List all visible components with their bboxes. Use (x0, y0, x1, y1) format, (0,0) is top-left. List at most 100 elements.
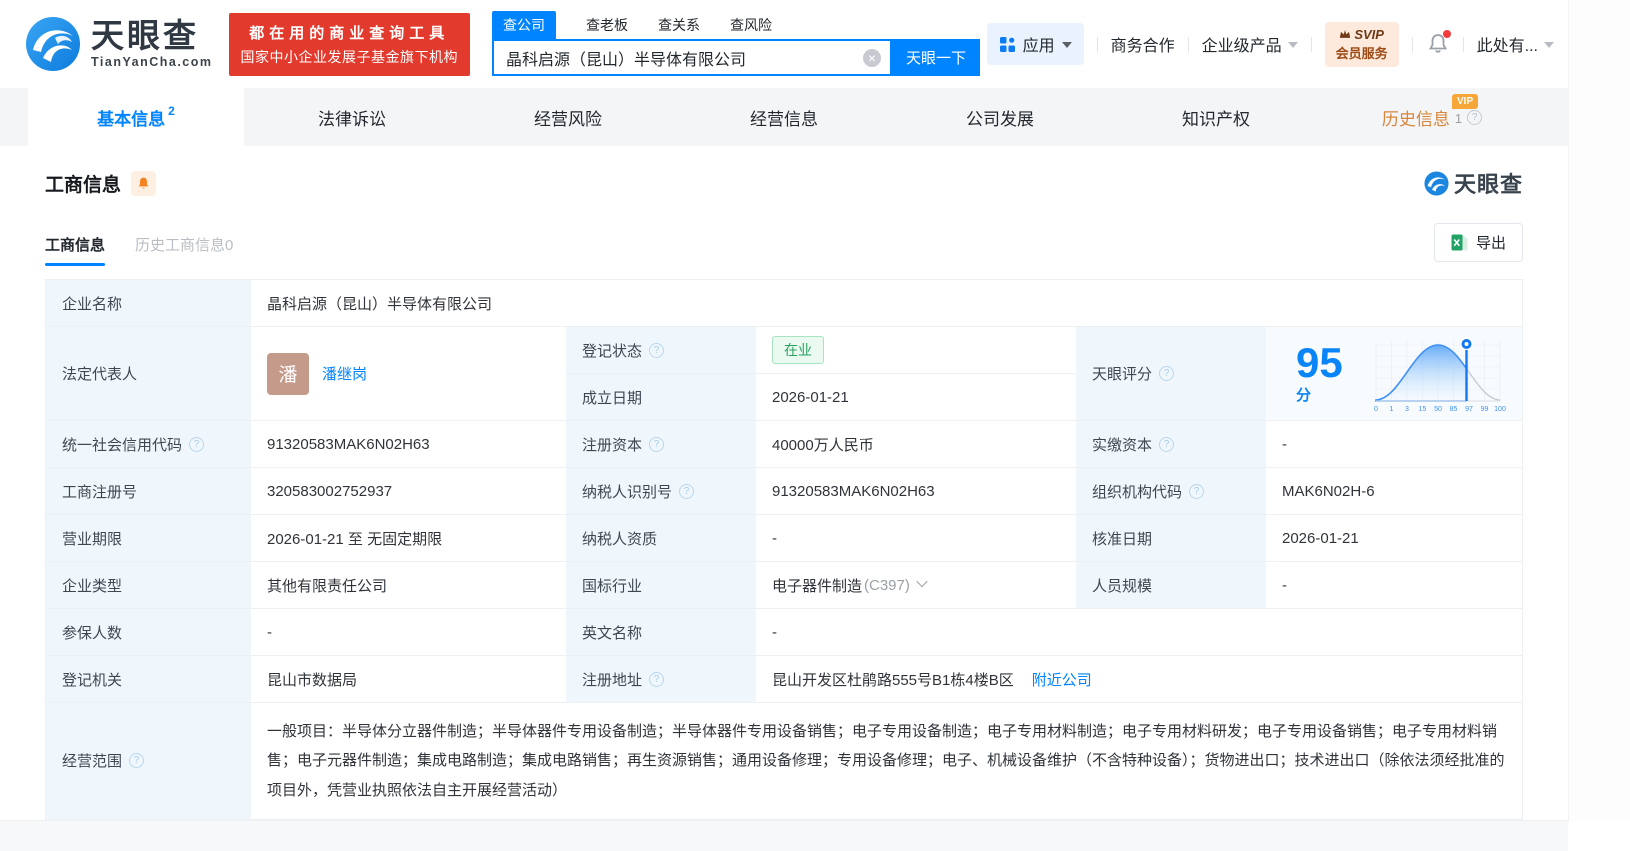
search-tab-company[interactable]: 查公司 (492, 11, 556, 39)
company-type-value: 其他有限责任公司 (251, 562, 566, 609)
menu-divider (1411, 36, 1413, 52)
business-info-table: 企业名称 晶科启源（昆山）半导体有限公司 法定代表人 潘 潘继岗 登记状态 在业… (45, 279, 1523, 820)
subtab-history-business-info[interactable]: 历史工商信息0 (135, 234, 233, 266)
table-row-company-type: 企业类型 其他有限责任公司 国标行业 电子器件制造 (C397) 人员规模 - (46, 562, 1522, 609)
org-code-label-text: 组织机构代码 (1092, 483, 1183, 501)
apps-menu[interactable]: 应用 (986, 23, 1084, 65)
search-button[interactable]: 天眼一下 (892, 39, 980, 76)
taxpayer-quality-label: 纳税人资质 (566, 515, 756, 562)
score-number: 95分 (1296, 342, 1354, 405)
company-type-label: 企业类型 (46, 562, 251, 609)
approval-date-label: 核准日期 (1076, 515, 1266, 562)
tianyancha-logo[interactable]: 天眼查 TianYanCha.com (25, 16, 213, 72)
tab-operation-info-label: 经营信息 (750, 109, 818, 129)
help-icon[interactable] (649, 436, 665, 452)
tianyancha-watermark: 天眼查 (1424, 167, 1523, 199)
paid-capital-label-text: 实缴资本 (1092, 436, 1153, 454)
reg-capital-label: 注册资本 (566, 421, 756, 468)
help-icon[interactable] (679, 483, 695, 499)
tab-history-info-count: 1 (1454, 110, 1463, 126)
tab-operation-risk[interactable]: 经营风险 (460, 88, 676, 146)
menu-divider (1096, 36, 1098, 52)
company-name-value: 晶科启源（昆山）半导体有限公司 (251, 280, 1522, 327)
tab-history-info[interactable]: VIP 历史信息 1 (1324, 88, 1540, 146)
chevron-down-icon (1544, 42, 1554, 48)
tab-legal-litigation-label: 法律诉讼 (318, 109, 386, 129)
slogan-line1: 都在用的商业查询工具 (249, 24, 450, 42)
svip-label: SVIP (1354, 26, 1384, 42)
reg-status-label-text: 登记状态 (582, 342, 643, 360)
export-label: 导出 (1475, 235, 1506, 252)
reg-capital-value: 40000万人民币 (756, 421, 1076, 468)
help-icon[interactable] (1159, 366, 1175, 381)
subscribe-bell-button[interactable] (131, 170, 157, 196)
export-button[interactable]: 导出 (1433, 223, 1523, 262)
user-account-menu[interactable]: 此处有... (1477, 32, 1554, 56)
paid-capital-label: 实缴资本 (1076, 421, 1266, 468)
reg-address-text: 昆山开发区杜鹃路555号B1栋4楼B区 (772, 671, 1014, 689)
subtab-business-info[interactable]: 工商信息 (45, 234, 106, 266)
main-content: 工商信息 天眼查 工商信息 历史工商信息0 导出 企业名称 晶科启源（昆山）半导… (0, 167, 1568, 820)
tab-company-development-label: 公司发展 (966, 109, 1034, 129)
chart-tick: 100 (1494, 406, 1506, 413)
business-cooperation-link[interactable]: 商务合作 (1111, 32, 1175, 56)
credit-code-value: 91320583MAK6N02H63 (251, 421, 566, 468)
section-title: 工商信息 (45, 174, 122, 196)
tab-operation-info[interactable]: 经营信息 (676, 88, 892, 146)
notification-bell-button[interactable] (1426, 30, 1451, 56)
crown-icon (1340, 30, 1351, 38)
chart-tick: 99 (1481, 406, 1489, 413)
credit-code-label: 统一社会信用代码 (46, 421, 251, 468)
enterprise-products-label: 企业级产品 (1201, 38, 1282, 55)
chevron-down-icon[interactable] (916, 575, 928, 588)
score-value: 95 (1296, 339, 1343, 386)
table-row-credit-code: 统一社会信用代码 91320583MAK6N02H63 注册资本 40000万人… (46, 421, 1522, 468)
nearby-companies-link[interactable]: 附近公司 (1032, 669, 1092, 690)
apps-label: 应用 (1022, 38, 1055, 55)
insured-count-label: 参保人数 (46, 609, 251, 656)
taxpayer-id-label: 纳税人识别号 (566, 468, 756, 515)
tab-history-info-label: 历史信息 (1381, 109, 1450, 129)
help-icon[interactable] (129, 753, 145, 769)
search-box (492, 39, 892, 76)
tab-basic-info[interactable]: 基本信息 2 (28, 88, 244, 146)
taxpayer-id-label-text: 纳税人识别号 (582, 483, 673, 501)
help-icon[interactable] (189, 436, 205, 452)
chart-tick: 3 (1405, 406, 1409, 413)
search-input[interactable] (494, 48, 856, 67)
tab-intellectual-property[interactable]: 知识产权 (1108, 88, 1324, 146)
help-icon[interactable] (1159, 436, 1175, 452)
menu-divider (1187, 36, 1189, 52)
tab-company-development[interactable]: 公司发展 (892, 88, 1108, 146)
search-tab-relation[interactable]: 查关系 (658, 15, 700, 39)
notification-dot (1442, 30, 1451, 38)
help-icon[interactable] (1189, 483, 1205, 499)
table-row-legal-rep: 法定代表人 潘 潘继岗 登记状态 在业 成立日期 2026-01-21 天眼评分 (46, 327, 1522, 421)
english-name-label: 英文名称 (566, 609, 756, 656)
score-label: 天眼评分 (1076, 327, 1266, 421)
clear-search-icon[interactable] (863, 48, 881, 67)
table-row-insured-count: 参保人数 - 英文名称 - (46, 609, 1522, 656)
help-icon[interactable] (1467, 109, 1483, 125)
business-term-label: 营业期限 (46, 515, 251, 562)
logo-title: 天眼查 (91, 17, 199, 54)
enterprise-products-link[interactable]: 企业级产品 (1202, 32, 1298, 56)
legal-rep-avatar[interactable]: 潘 (267, 352, 309, 395)
industry-name: 电子器件制造 (772, 577, 863, 595)
chart-tick: 50 (1434, 406, 1442, 413)
staff-size-value: - (1266, 562, 1522, 609)
tab-operation-risk-label: 经营风险 (534, 109, 602, 129)
taxpayer-id-value: 91320583MAK6N02H63 (756, 468, 1076, 515)
search-tab-risk[interactable]: 查风险 (730, 15, 772, 39)
search-tab-boss[interactable]: 查老板 (586, 15, 628, 39)
business-scope-value: 一般项目：半导体分立器件制造；半导体器件专用设备制造；半导体器件专用设备销售；电… (251, 703, 1522, 820)
help-icon[interactable] (649, 342, 665, 358)
legal-rep-name-link[interactable]: 潘继岗 (322, 363, 367, 384)
org-code-value: MAK6N02H-6 (1266, 468, 1522, 515)
tab-legal-litigation[interactable]: 法律诉讼 (244, 88, 460, 146)
score-label-text: 天眼评分 (1092, 366, 1153, 383)
help-icon[interactable] (649, 671, 665, 687)
svip-member-button[interactable]: SVIP 会员服务 (1324, 21, 1399, 67)
top-header: 天眼查 TianYanCha.com 都在用的商业查询工具 国家中小企业发展子基… (0, 0, 1568, 88)
business-scope-label-text: 经营范围 (62, 753, 123, 771)
